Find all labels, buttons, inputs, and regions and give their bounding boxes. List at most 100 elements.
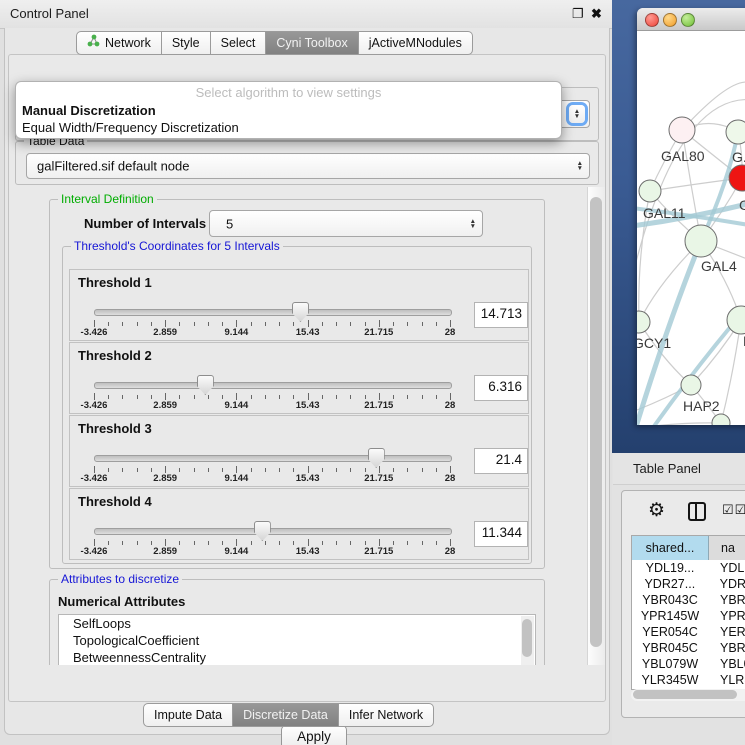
column-header-name[interactable]: na [709, 536, 745, 560]
tab-label: Network [105, 32, 151, 54]
attribute-item-selfloops[interactable]: SelfLoops [59, 615, 535, 632]
tab-label: Infer Network [349, 704, 423, 726]
tab-infer-network[interactable]: Infer Network [339, 703, 434, 727]
tick-mark [308, 320, 309, 327]
horizontal-scrollbar[interactable] [631, 689, 745, 701]
control-panel-titlebar: Control Panel ❐ ✖ [0, 0, 612, 29]
tick-mark [350, 541, 351, 545]
tick-mark [251, 322, 252, 326]
tick-mark [322, 322, 323, 326]
tick-label: -3.426 [81, 327, 108, 338]
tick-label: 21.715 [364, 473, 393, 484]
table-row[interactable]: YLR345WYLR3 [632, 672, 745, 688]
network-canvas[interactable]: GAL80G.CGAL11GAL4GCY1HHAP2 [637, 30, 745, 425]
network-edge[interactable] [637, 423, 721, 425]
table-data-combobox[interactable]: galFiltered.sif default node ▲▼ [26, 153, 590, 179]
combobox-arrows-icon: ▲▼ [577, 161, 583, 171]
tick-mark [365, 395, 366, 399]
tick-mark [436, 395, 437, 399]
table-row[interactable]: YBR045CYBR0 [632, 640, 745, 656]
dropdown-item-equal-width-frequency[interactable]: Equal Width/Frequency Discretization [22, 120, 561, 135]
tick-mark [137, 541, 138, 545]
network-node-hap2[interactable] [681, 375, 701, 395]
tab-cyni-toolbox[interactable]: Cyni Toolbox [266, 31, 358, 55]
horizontal-scrollbar-thumb[interactable] [633, 690, 737, 699]
column-header-shared-name[interactable]: shared... [632, 536, 709, 560]
network-node-g[interactable] [726, 120, 745, 144]
threshold-value-field[interactable]: 14.713 [474, 302, 528, 328]
numerical-attributes-list[interactable]: SelfLoopsTopologicalCoefficientBetweenne… [58, 614, 536, 665]
tick-mark [165, 320, 166, 327]
table-row[interactable]: YPR145WYPR1 [632, 608, 745, 624]
threshold-label: Threshold 1 [78, 275, 152, 290]
attribute-item-betweennesscentrality[interactable]: BetweennessCentrality [59, 649, 535, 665]
tab-label: Impute Data [154, 704, 222, 726]
columns-icon[interactable] [688, 502, 706, 521]
number-of-intervals-label: Number of Intervals [84, 216, 206, 231]
tick-label: 2.859 [153, 473, 177, 484]
tab-impute-data[interactable]: Impute Data [143, 703, 233, 727]
threshold-slider-thumb[interactable] [197, 375, 214, 395]
tab-network[interactable]: Network [76, 31, 162, 55]
threshold-value-field[interactable]: 21.4 [474, 448, 528, 474]
tick-label: 2.859 [153, 400, 177, 411]
tick-mark [137, 395, 138, 399]
threshold-slider-thumb[interactable] [254, 521, 271, 541]
table-panel-title: Table Panel [633, 461, 701, 476]
network-view-window[interactable]: GAL80G.CGAL11GAL4GCY1HHAP2 [637, 8, 745, 425]
tab-select[interactable]: Select [211, 31, 267, 55]
network-node-gal4[interactable] [685, 225, 717, 257]
threshold-slider-track[interactable] [94, 309, 452, 316]
tab-jactivemnodules[interactable]: jActiveMNodules [359, 31, 473, 55]
close-icon[interactable]: ✖ [591, 6, 602, 22]
tab-style[interactable]: Style [162, 31, 211, 55]
table-row[interactable]: YBL079WYBL0 [632, 656, 745, 672]
table-row[interactable]: YDL19...YDL1 [632, 560, 745, 576]
table-row[interactable]: YDR27...YDR2 [632, 576, 745, 592]
close-traffic-light-icon[interactable] [645, 13, 659, 27]
vertical-scrollbar[interactable] [587, 187, 605, 665]
threshold-value-field[interactable]: 6.316 [474, 375, 528, 401]
threshold-slider-track[interactable] [94, 455, 452, 462]
tick-mark [265, 468, 266, 472]
number-of-intervals-combobox[interactable]: 5 ▲▼ [209, 210, 483, 237]
network-node-gcy1[interactable] [637, 311, 650, 333]
tab-discretize-data[interactable]: Discretize Data [233, 703, 339, 727]
float-window-icon[interactable]: ❐ [572, 6, 584, 22]
apply-button[interactable]: Apply [281, 725, 347, 745]
application-window: Control Panel ❐ ✖ Network StyleSelectCyni… [0, 0, 745, 745]
tick-mark [151, 395, 152, 399]
tick-mark [208, 395, 209, 399]
tick-mark [393, 395, 394, 399]
tick-mark [407, 322, 408, 326]
attribute-item-topologicalcoefficient[interactable]: TopologicalCoefficient [59, 632, 535, 649]
select-columns-checkboxes-icon[interactable]: ☑☑ [722, 502, 745, 518]
vertical-scrollbar-thumb[interactable] [590, 197, 602, 647]
control-panel-title: Control Panel [10, 6, 89, 21]
dropdown-item-manual-discretization[interactable]: Manual Discretization [22, 103, 561, 118]
combobox-arrows-icon[interactable]: ▲▼ [569, 105, 585, 123]
threshold-slider-track[interactable] [94, 382, 452, 389]
threshold-slider-track[interactable] [94, 528, 452, 535]
threshold-slider-thumb[interactable] [368, 448, 385, 468]
table-row[interactable]: YER054CYER0 [632, 624, 745, 640]
gear-icon[interactable]: ⚙ [648, 499, 665, 522]
tick-mark [108, 541, 109, 545]
network-node-gal11[interactable] [639, 180, 661, 202]
network-window-titlebar[interactable] [637, 8, 745, 31]
threshold-slider-thumb[interactable] [292, 302, 309, 322]
threshold-value-field[interactable]: 11.344 [474, 521, 528, 547]
table-row[interactable]: YBR043CYBR0 [632, 592, 745, 608]
tick-mark [165, 539, 166, 546]
network-node-gal80[interactable] [669, 117, 695, 143]
combobox-arrows-icon: ▲▼ [470, 219, 476, 229]
tick-mark [94, 393, 95, 400]
zoom-traffic-light-icon[interactable] [681, 13, 695, 27]
minimize-traffic-light-icon[interactable] [663, 13, 677, 27]
tick-label: 15.43 [296, 473, 320, 484]
tick-mark [251, 468, 252, 472]
network-node[interactable] [712, 414, 730, 425]
cell-shared-name: YBR045C [632, 640, 708, 656]
list-scrollbar-thumb[interactable] [522, 619, 532, 657]
list-scrollbar[interactable] [521, 616, 534, 665]
